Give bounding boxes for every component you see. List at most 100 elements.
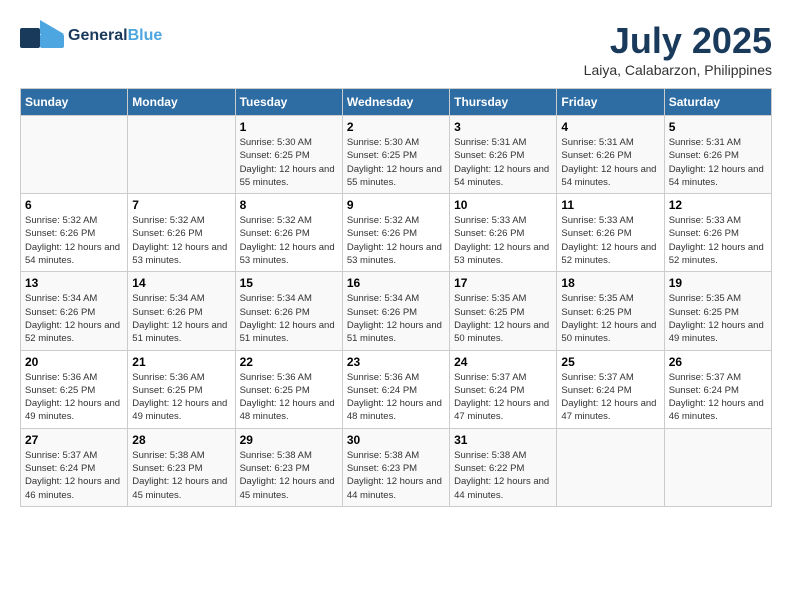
day-info: Sunrise: 5:38 AMSunset: 6:23 PMDaylight:… — [132, 449, 230, 502]
day-number: 5 — [669, 120, 767, 134]
day-number: 28 — [132, 433, 230, 447]
day-info: Sunrise: 5:36 AMSunset: 6:25 PMDaylight:… — [25, 371, 123, 424]
calendar-cell: 25 Sunrise: 5:37 AMSunset: 6:24 PMDayligh… — [557, 350, 664, 428]
weekday-header-wednesday: Wednesday — [342, 89, 449, 116]
location: Laiya, Calabarzon, Philippines — [584, 62, 772, 78]
day-info: Sunrise: 5:36 AMSunset: 6:24 PMDaylight:… — [347, 371, 445, 424]
day-info: Sunrise: 5:32 AMSunset: 6:26 PMDaylight:… — [347, 214, 445, 267]
day-info: Sunrise: 5:34 AMSunset: 6:26 PMDaylight:… — [25, 292, 123, 345]
calendar-cell: 7Sunrise: 5:32 AMSunset: 6:26 PMDaylight… — [128, 194, 235, 272]
calendar-cell: 3 Sunrise: 5:31 AMSunset: 6:26 PMDaylight… — [450, 116, 557, 194]
day-number: 20 — [25, 355, 123, 369]
calendar-cell — [664, 428, 771, 506]
weekday-header-monday: Monday — [128, 89, 235, 116]
calendar-cell: 27 Sunrise: 5:37 AMSunset: 6:24 PMDayligh… — [21, 428, 128, 506]
calendar-cell: 2Sunrise: 5:30 AMSunset: 6:25 PMDaylight… — [342, 116, 449, 194]
day-info: Sunrise: 5:33 AMSunset: 6:26 PMDaylight:… — [454, 214, 552, 267]
day-number: 16 — [347, 276, 445, 290]
month-year: July 2025 — [584, 20, 772, 62]
day-number: 3 — [454, 120, 552, 134]
day-info: Sunrise: 5:35 AMSunset: 6:25 PMDaylight:… — [669, 292, 767, 345]
day-info: Sunrise: 5:37 AMSunset: 6:24 PMDaylight:… — [561, 371, 659, 424]
calendar-cell: 6Sunrise: 5:32 AMSunset: 6:26 PMDaylight… — [21, 194, 128, 272]
day-info: Sunrise: 5:31 AMSunset: 6:26 PMDaylight:… — [561, 136, 659, 189]
day-info: Sunrise: 5:38 AMSunset: 6:23 PMDaylight:… — [347, 449, 445, 502]
logo: GeneralBlue — [20, 20, 162, 52]
day-number: 24 — [454, 355, 552, 369]
day-number: 1 — [240, 120, 338, 134]
calendar-cell: 23 Sunrise: 5:36 AMSunset: 6:24 PMDayligh… — [342, 350, 449, 428]
day-number: 10 — [454, 198, 552, 212]
calendar-body: 1Sunrise: 5:30 AMSunset: 6:25 PMDaylight… — [21, 116, 772, 507]
day-info: Sunrise: 5:38 AMSunset: 6:22 PMDaylight:… — [454, 449, 552, 502]
weekday-header-saturday: Saturday — [664, 89, 771, 116]
calendar-cell: 5 Sunrise: 5:31 AMSunset: 6:26 PMDaylight… — [664, 116, 771, 194]
day-number: 19 — [669, 276, 767, 290]
weekday-header-sunday: Sunday — [21, 89, 128, 116]
calendar-cell: 11 Sunrise: 5:33 AMSunset: 6:26 PMDayligh… — [557, 194, 664, 272]
calendar-cell: 28 Sunrise: 5:38 AMSunset: 6:23 PMDayligh… — [128, 428, 235, 506]
day-number: 9 — [347, 198, 445, 212]
page-header: GeneralBlue July 2025 Laiya, Calabarzon,… — [20, 20, 772, 78]
day-number: 29 — [240, 433, 338, 447]
weekday-header-tuesday: Tuesday — [235, 89, 342, 116]
calendar-cell: 10 Sunrise: 5:33 AMSunset: 6:26 PMDayligh… — [450, 194, 557, 272]
day-number: 15 — [240, 276, 338, 290]
week-row-0: 1Sunrise: 5:30 AMSunset: 6:25 PMDaylight… — [21, 116, 772, 194]
calendar-table: SundayMondayTuesdayWednesdayThursdayFrid… — [20, 88, 772, 507]
week-row-2: 13Sunrise: 5:34 AMSunset: 6:26 PMDayligh… — [21, 272, 772, 350]
calendar-cell: 13Sunrise: 5:34 AMSunset: 6:26 PMDayligh… — [21, 272, 128, 350]
day-info: Sunrise: 5:35 AMSunset: 6:25 PMDaylight:… — [454, 292, 552, 345]
day-info: Sunrise: 5:34 AMSunset: 6:26 PMDaylight:… — [347, 292, 445, 345]
day-number: 27 — [25, 433, 123, 447]
logo-icon — [20, 20, 64, 52]
calendar-cell: 18 Sunrise: 5:35 AMSunset: 6:25 PMDayligh… — [557, 272, 664, 350]
day-number: 18 — [561, 276, 659, 290]
day-number: 11 — [561, 198, 659, 212]
weekday-header-thursday: Thursday — [450, 89, 557, 116]
day-info: Sunrise: 5:37 AMSunset: 6:24 PMDaylight:… — [669, 371, 767, 424]
calendar-cell: 8 Sunrise: 5:32 AMSunset: 6:26 PMDaylight… — [235, 194, 342, 272]
day-info: Sunrise: 5:38 AMSunset: 6:23 PMDaylight:… — [240, 449, 338, 502]
day-number: 12 — [669, 198, 767, 212]
weekday-header-friday: Friday — [557, 89, 664, 116]
title-block: July 2025 Laiya, Calabarzon, Philippines — [584, 20, 772, 78]
week-row-4: 27 Sunrise: 5:37 AMSunset: 6:24 PMDayligh… — [21, 428, 772, 506]
day-number: 30 — [347, 433, 445, 447]
day-number: 25 — [561, 355, 659, 369]
day-info: Sunrise: 5:31 AMSunset: 6:26 PMDaylight:… — [454, 136, 552, 189]
day-info: Sunrise: 5:32 AMSunset: 6:26 PMDaylight:… — [240, 214, 338, 267]
day-info: Sunrise: 5:37 AMSunset: 6:24 PMDaylight:… — [454, 371, 552, 424]
day-info: Sunrise: 5:35 AMSunset: 6:25 PMDaylight:… — [561, 292, 659, 345]
day-info: Sunrise: 5:33 AMSunset: 6:26 PMDaylight:… — [669, 214, 767, 267]
day-info: Sunrise: 5:34 AMSunset: 6:26 PMDaylight:… — [240, 292, 338, 345]
day-number: 17 — [454, 276, 552, 290]
day-info: Sunrise: 5:37 AMSunset: 6:24 PMDaylight:… — [25, 449, 123, 502]
calendar-cell: 16 Sunrise: 5:34 AMSunset: 6:26 PMDayligh… — [342, 272, 449, 350]
day-number: 2 — [347, 120, 445, 134]
day-info: Sunrise: 5:31 AMSunset: 6:26 PMDaylight:… — [669, 136, 767, 189]
calendar-cell: 17 Sunrise: 5:35 AMSunset: 6:25 PMDayligh… — [450, 272, 557, 350]
calendar-cell: 26Sunrise: 5:37 AMSunset: 6:24 PMDayligh… — [664, 350, 771, 428]
week-row-1: 6Sunrise: 5:32 AMSunset: 6:26 PMDaylight… — [21, 194, 772, 272]
day-info: Sunrise: 5:34 AMSunset: 6:26 PMDaylight:… — [132, 292, 230, 345]
day-number: 22 — [240, 355, 338, 369]
calendar-cell — [21, 116, 128, 194]
day-number: 23 — [347, 355, 445, 369]
calendar-cell: 31 Sunrise: 5:38 AMSunset: 6:22 PMDayligh… — [450, 428, 557, 506]
calendar-cell: 19 Sunrise: 5:35 AMSunset: 6:25 PMDayligh… — [664, 272, 771, 350]
calendar-cell: 21Sunrise: 5:36 AMSunset: 6:25 PMDayligh… — [128, 350, 235, 428]
calendar-cell: 20 Sunrise: 5:36 AMSunset: 6:25 PMDayligh… — [21, 350, 128, 428]
day-number: 31 — [454, 433, 552, 447]
calendar-cell — [128, 116, 235, 194]
day-number: 7 — [132, 198, 230, 212]
day-number: 8 — [240, 198, 338, 212]
calendar-cell: 9 Sunrise: 5:32 AMSunset: 6:26 PMDaylight… — [342, 194, 449, 272]
weekday-header-row: SundayMondayTuesdayWednesdayThursdayFrid… — [21, 89, 772, 116]
calendar-cell: 15 Sunrise: 5:34 AMSunset: 6:26 PMDayligh… — [235, 272, 342, 350]
day-info: Sunrise: 5:33 AMSunset: 6:26 PMDaylight:… — [561, 214, 659, 267]
day-number: 14 — [132, 276, 230, 290]
day-info: Sunrise: 5:32 AMSunset: 6:26 PMDaylight:… — [25, 214, 123, 267]
calendar-cell: 14 Sunrise: 5:34 AMSunset: 6:26 PMDayligh… — [128, 272, 235, 350]
calendar-cell: 1Sunrise: 5:30 AMSunset: 6:25 PMDaylight… — [235, 116, 342, 194]
